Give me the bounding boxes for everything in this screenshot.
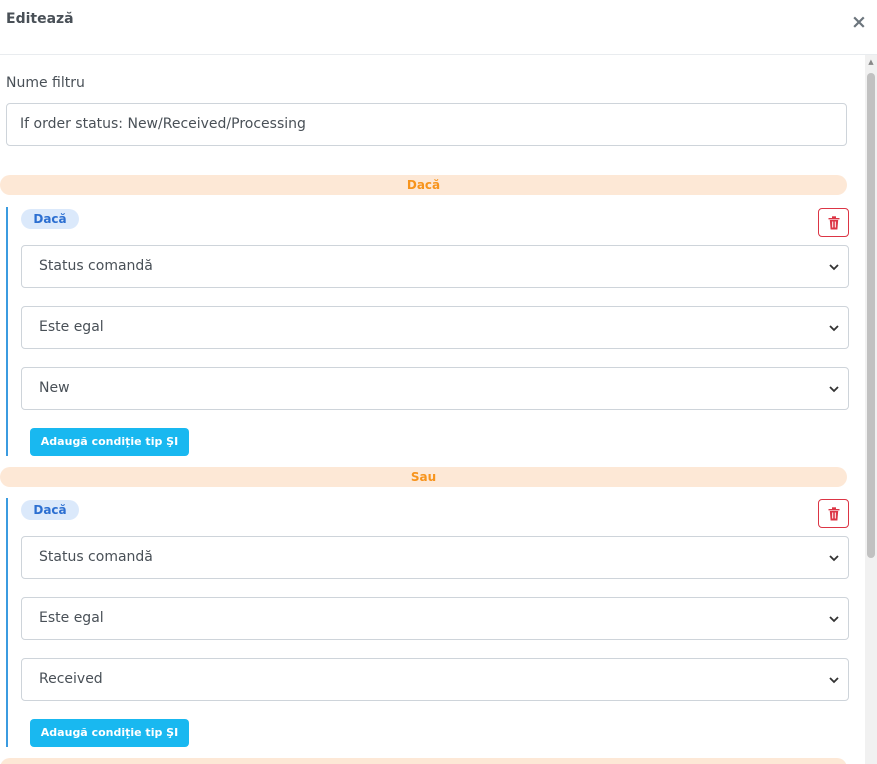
delete-group-button[interactable] bbox=[818, 208, 849, 237]
condition-badge: Dacă bbox=[21, 500, 79, 520]
divider-next bbox=[0, 758, 847, 764]
chevron-down-icon bbox=[829, 677, 839, 684]
filter-name-input[interactable]: If order status: New/Received/Processing bbox=[6, 103, 847, 146]
add-and-condition-button[interactable]: Adaugă condiție tip ŞI bbox=[30, 719, 189, 747]
field-select[interactable]: Status comandă bbox=[21, 536, 849, 579]
condition-group: Dacă Status comandă Este egal Received A… bbox=[6, 498, 849, 747]
add-and-condition-button[interactable]: Adaugă condiție tip ŞI bbox=[30, 428, 189, 456]
modal-title: Editează bbox=[6, 11, 74, 27]
filter-name-label: Nume filtru bbox=[6, 75, 85, 91]
operator-select[interactable]: Este egal bbox=[21, 306, 849, 349]
divider-daca: Dacă bbox=[0, 175, 847, 195]
operator-select-value: Este egal bbox=[39, 319, 104, 335]
chevron-down-icon bbox=[829, 325, 839, 332]
scroll-up-arrow-icon[interactable]: ▲ bbox=[865, 55, 877, 69]
chevron-down-icon bbox=[829, 264, 839, 271]
condition-group: Dacă Status comandă Este egal New Adaugă… bbox=[6, 207, 849, 456]
chevron-down-icon bbox=[829, 386, 839, 393]
field-select[interactable]: Status comandă bbox=[21, 245, 849, 288]
scrollbar[interactable]: ▲ bbox=[865, 55, 877, 764]
field-select-value: Status comandă bbox=[39, 258, 153, 274]
divider-sau: Sau bbox=[0, 467, 847, 487]
trash-icon bbox=[828, 216, 840, 230]
value-select[interactable]: Received bbox=[21, 658, 849, 701]
close-icon[interactable]: × bbox=[850, 12, 868, 32]
value-select-value: Received bbox=[39, 671, 103, 687]
condition-badge: Dacă bbox=[21, 209, 79, 229]
value-select[interactable]: New bbox=[21, 367, 849, 410]
chevron-down-icon bbox=[829, 555, 839, 562]
operator-select-value: Este egal bbox=[39, 610, 104, 626]
delete-group-button[interactable] bbox=[818, 499, 849, 528]
chevron-down-icon bbox=[829, 616, 839, 623]
field-select-value: Status comandă bbox=[39, 549, 153, 565]
trash-icon bbox=[828, 507, 840, 521]
scroll-thumb[interactable] bbox=[867, 73, 875, 558]
modal-header: Editează × bbox=[0, 0, 877, 55]
operator-select[interactable]: Este egal bbox=[21, 597, 849, 640]
value-select-value: New bbox=[39, 380, 70, 396]
modal-body: Nume filtru If order status: New/Receive… bbox=[0, 55, 865, 764]
